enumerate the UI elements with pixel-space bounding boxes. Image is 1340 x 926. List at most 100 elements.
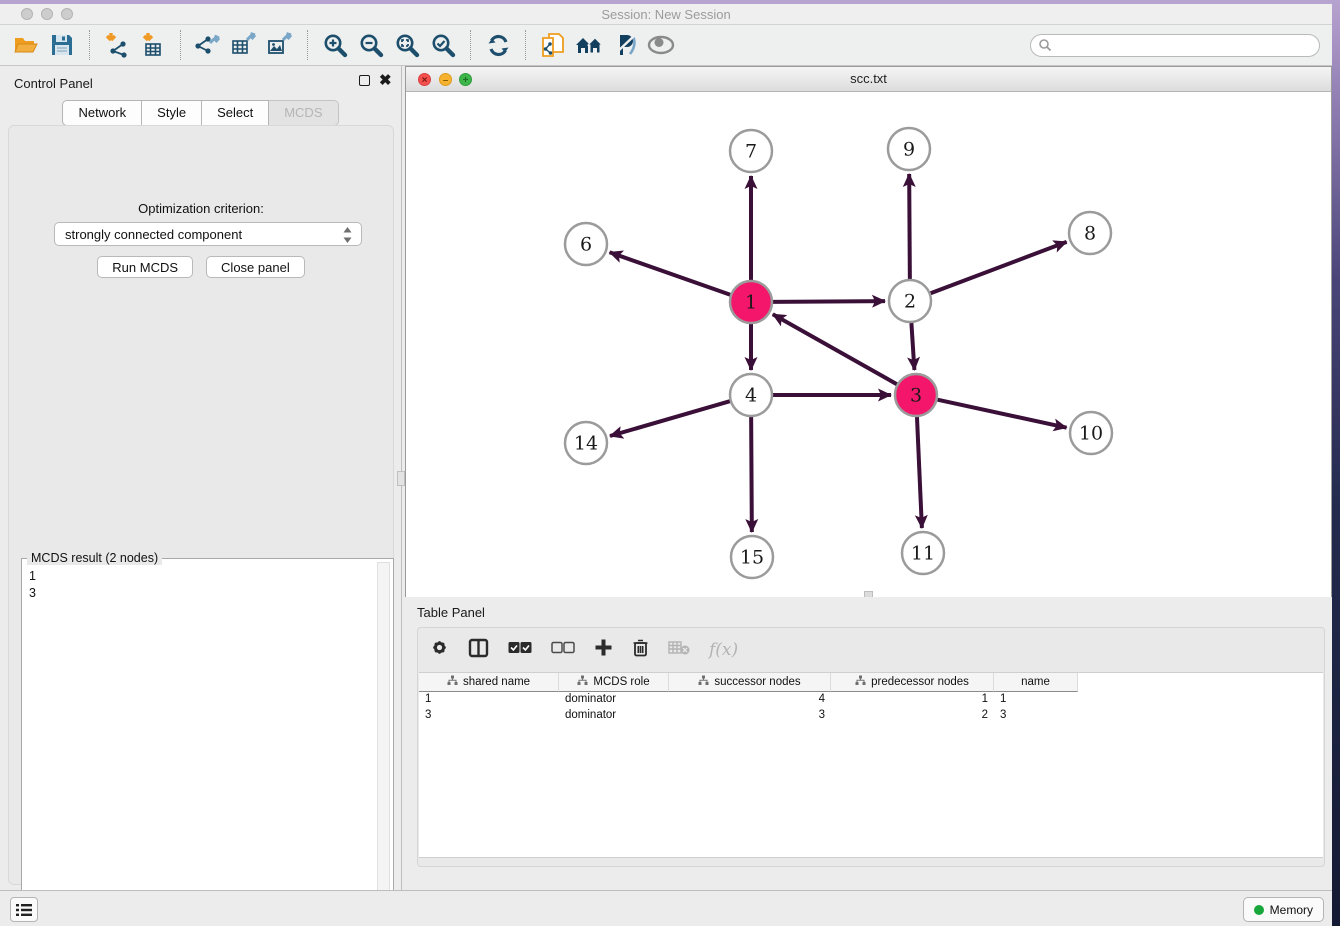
show-columns-icon[interactable] bbox=[468, 638, 489, 663]
graph-edge-1-6[interactable] bbox=[610, 252, 731, 294]
network-view-window: × – + scc.txt 7968124314101511 bbox=[405, 66, 1332, 597]
import-table-icon[interactable] bbox=[138, 30, 168, 60]
tab-style[interactable]: Style bbox=[142, 100, 202, 126]
close-panel-button[interactable]: Close panel bbox=[206, 256, 305, 278]
table-cell[interactable]: 4 bbox=[669, 692, 831, 708]
node-table-container: f(x) shared name MCDS role successor nodes… bbox=[417, 627, 1325, 867]
column-header-label: successor nodes bbox=[714, 676, 800, 688]
table-cell[interactable]: 3 bbox=[419, 708, 559, 724]
table-cell[interactable]: dominator bbox=[559, 708, 669, 724]
table-row: 3dominator323 bbox=[419, 708, 1323, 724]
table-cell[interactable]: 2 bbox=[831, 708, 994, 724]
column-type-icon bbox=[698, 675, 709, 689]
toolbar-separator bbox=[307, 30, 308, 60]
panel-divider-handle[interactable] bbox=[397, 471, 405, 486]
column-type-icon bbox=[447, 675, 458, 689]
graph-edge-1-2[interactable] bbox=[773, 301, 885, 302]
graph-node-label-14: 14 bbox=[574, 433, 598, 455]
home-layout-icon[interactable] bbox=[574, 30, 604, 60]
select-stepper-icon bbox=[342, 226, 353, 247]
import-network-icon[interactable] bbox=[102, 30, 132, 60]
open-session-icon[interactable] bbox=[11, 30, 41, 60]
graph-edge-4-14[interactable] bbox=[610, 401, 730, 436]
table-cell[interactable]: 3 bbox=[994, 708, 1078, 724]
save-session-icon[interactable] bbox=[47, 30, 77, 60]
tab-select[interactable]: Select bbox=[202, 100, 269, 126]
export-image-icon[interactable] bbox=[265, 30, 295, 60]
memory-button[interactable]: Memory bbox=[1243, 897, 1324, 922]
graph-node-label-3: 3 bbox=[910, 385, 922, 407]
export-network-icon[interactable] bbox=[193, 30, 223, 60]
column-header-label: name bbox=[1021, 676, 1050, 688]
control-panel-tabs: NetworkStyleSelectMCDS bbox=[0, 100, 401, 126]
table-row: 1dominator411 bbox=[419, 692, 1323, 708]
graph-node-label-11: 11 bbox=[911, 543, 935, 565]
graph-node-label-7: 7 bbox=[745, 141, 757, 163]
add-column-icon[interactable] bbox=[594, 638, 613, 662]
table-panel-title: Table Panel bbox=[417, 605, 485, 620]
toolbar-separator bbox=[180, 30, 181, 60]
network-canvas[interactable]: 7968124314101511 bbox=[406, 93, 1331, 597]
node-table: shared name MCDS role successor nodes prede… bbox=[419, 672, 1323, 858]
zoom-in-icon[interactable] bbox=[320, 30, 350, 60]
birds-eye-view-icon[interactable] bbox=[646, 30, 676, 60]
table-cell[interactable]: 1 bbox=[994, 692, 1078, 708]
tab-mcds[interactable]: MCDS bbox=[269, 100, 338, 126]
graph-edge-3-1[interactable] bbox=[773, 314, 897, 384]
column-header-shared-name[interactable]: shared name bbox=[419, 673, 559, 692]
delete-table-icon[interactable] bbox=[668, 640, 690, 661]
graph-node-label-2: 2 bbox=[904, 291, 916, 313]
graph-edge-2-3[interactable] bbox=[911, 323, 914, 370]
close-panel-icon[interactable]: ✖ bbox=[379, 75, 392, 86]
column-type-icon bbox=[855, 675, 866, 689]
task-history-button[interactable] bbox=[10, 897, 38, 922]
graph-edge-2-8[interactable] bbox=[931, 242, 1067, 293]
column-header-label: shared name bbox=[463, 676, 530, 688]
function-builder-icon[interactable]: f(x) bbox=[709, 640, 738, 660]
search-field bbox=[1030, 34, 1320, 57]
zoom-out-icon[interactable] bbox=[356, 30, 386, 60]
delete-column-icon[interactable] bbox=[632, 638, 649, 662]
toolbar-separator bbox=[89, 30, 90, 60]
network-window-titlebar[interactable]: × – + scc.txt bbox=[406, 67, 1331, 92]
float-panel-icon[interactable] bbox=[359, 75, 370, 86]
search-input[interactable] bbox=[1030, 34, 1320, 57]
criterion-select[interactable]: strongly connected component bbox=[54, 222, 362, 246]
table-cell[interactable]: 3 bbox=[669, 708, 831, 724]
window-titlebar: Session: New Session bbox=[0, 4, 1332, 25]
graph-edge-2-9[interactable] bbox=[909, 174, 910, 279]
graph-edge-4-15[interactable] bbox=[751, 417, 752, 532]
mcds-result-text[interactable]: 1 3 bbox=[29, 568, 36, 602]
graph-edge-3-11[interactable] bbox=[917, 417, 922, 528]
mcds-tab-content: Optimization criterion: strongly connect… bbox=[8, 125, 394, 885]
column-header-successor-nodes[interactable]: successor nodes bbox=[669, 673, 831, 692]
column-header-label: predecessor nodes bbox=[871, 676, 969, 688]
graph-node-label-8: 8 bbox=[1084, 223, 1096, 245]
clone-network-icon[interactable] bbox=[538, 30, 568, 60]
deselect-all-checks-icon[interactable] bbox=[551, 641, 575, 659]
zoom-fit-icon[interactable] bbox=[392, 30, 422, 60]
hide-graphics-details-icon[interactable] bbox=[610, 30, 640, 60]
table-cell[interactable]: 1 bbox=[831, 692, 994, 708]
table-header-row: shared name MCDS role successor nodes prede… bbox=[419, 673, 1323, 692]
column-header-name[interactable]: name bbox=[994, 673, 1078, 692]
table-options-icon[interactable] bbox=[430, 638, 449, 662]
control-panel-title: Control Panel bbox=[14, 76, 93, 91]
table-toolbar: f(x) bbox=[418, 628, 1324, 672]
column-header-predecessor-nodes[interactable]: predecessor nodes bbox=[831, 673, 994, 692]
column-header-MCDS-role[interactable]: MCDS role bbox=[559, 673, 669, 692]
tab-network[interactable]: Network bbox=[62, 100, 142, 126]
table-cell[interactable]: dominator bbox=[559, 692, 669, 708]
export-table-icon[interactable] bbox=[229, 30, 259, 60]
refresh-view-icon[interactable] bbox=[483, 30, 513, 60]
select-all-checks-icon[interactable] bbox=[508, 641, 532, 659]
mcds-result-box: MCDS result (2 nodes) 1 3 bbox=[21, 558, 394, 926]
toolbar-separator bbox=[525, 30, 526, 60]
memory-status-icon bbox=[1254, 905, 1264, 915]
table-cell[interactable]: 1 bbox=[419, 692, 559, 708]
result-scrollbar[interactable] bbox=[377, 562, 390, 926]
zoom-selected-icon[interactable] bbox=[428, 30, 458, 60]
optimization-criterion-label: Optimization criterion: bbox=[9, 201, 393, 216]
graph-edge-3-10[interactable] bbox=[937, 400, 1066, 428]
run-mcds-button[interactable]: Run MCDS bbox=[97, 256, 193, 278]
